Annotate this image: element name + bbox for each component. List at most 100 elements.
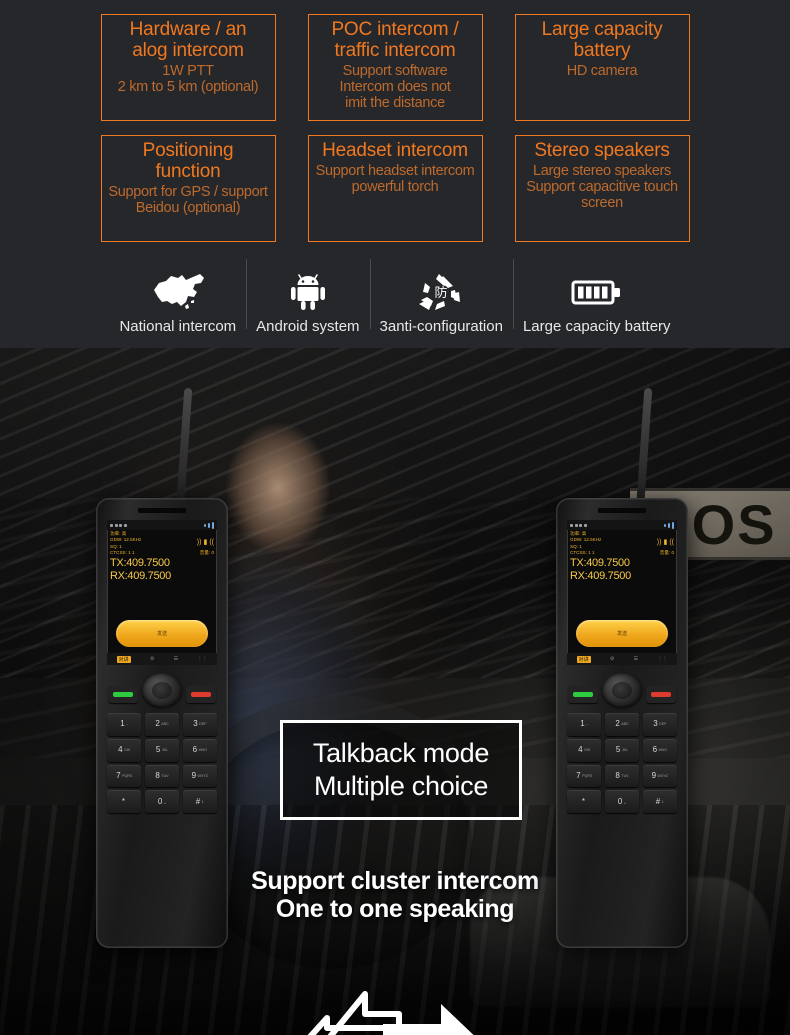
key-9[interactable]: 9 WXYZ: [642, 764, 677, 788]
key-0[interactable]: 0 ␣: [604, 790, 640, 813]
radio-status-rows-right: 功率: 高 GDW: 12.5KHz SQ: 1 CTCSS: 1 1 音量: …: [567, 530, 677, 583]
call-end-key-left[interactable]: [186, 686, 216, 703]
feature-icon-label: National intercom: [119, 318, 237, 335]
key-5[interactable]: 5 JKL: [604, 738, 640, 762]
status-bar-right-icons: [570, 523, 587, 527]
talkback-line-2: Multiple choice: [313, 771, 489, 801]
spec-box-positioning-function: Positioning function Support for GPS / s…: [100, 135, 276, 242]
spec-box-poc-intercom: POC intercom / traffic intercom Support …: [307, 14, 483, 121]
keypad-right[interactable]: 1– 2 ABC 3 DEF 4 GHI 5 JKL 6 MNO 7 PQRS 8 TUV 9…: [567, 713, 677, 813]
key-4[interactable]: 4 GHI: [107, 738, 142, 762]
key-3[interactable]: 3 DEF: [642, 713, 677, 736]
earpiece-speaker-left: [138, 508, 186, 513]
key-hash[interactable]: #1: [182, 790, 217, 813]
key-number: 9: [651, 770, 657, 780]
spec-box-subtitle: Support for GPS / support Beidou (option…: [108, 184, 268, 216]
navigation-dpad-right[interactable]: [602, 673, 642, 707]
key-7[interactable]: 7 PQRS: [107, 764, 142, 788]
spec-box-subtitle: HD camera: [566, 63, 638, 79]
key-letters: DEF: [199, 722, 207, 727]
spec-box-grid: Hardware / an alog intercom 1W PTT 2 km …: [0, 14, 790, 242]
key-number: 4: [118, 745, 123, 755]
key-4[interactable]: 4 GHI: [567, 738, 602, 762]
key-number: 0: [617, 796, 623, 806]
key-letters: GHI: [584, 748, 591, 753]
key-8[interactable]: 8 TUV: [604, 764, 640, 788]
key-number: #: [195, 796, 201, 806]
feature-icon-cell-national-intercom: National intercom: [109, 255, 246, 335]
key-6[interactable]: 6 MNO: [642, 738, 677, 762]
handheld-radio-icon: ▮: [663, 538, 668, 546]
three-anti-recycle-icon: 防: [415, 269, 467, 315]
key-letters: GHI: [124, 748, 131, 753]
key-7[interactable]: 7 PQRS: [567, 764, 602, 788]
key-number: 2: [615, 719, 620, 729]
row-left: 功率: 高: [570, 531, 587, 537]
key-number: 3: [653, 719, 658, 729]
call-end-key-right[interactable]: [646, 686, 676, 703]
navbar-item-settings[interactable]: ⚙: [150, 656, 154, 662]
key-number: 4: [578, 745, 583, 755]
key-8[interactable]: 8 TUV: [144, 764, 180, 788]
row-left: CTCSS: 1 1: [570, 549, 595, 555]
key-number: 8: [615, 770, 620, 780]
navbar-item-intercom[interactable]: 对讲: [576, 655, 591, 663]
navbar-item-keypad[interactable]: ⋮⋮: [657, 656, 667, 662]
key-letters: ␣: [623, 799, 627, 804]
navbar-item-keypad[interactable]: ⋮⋮: [197, 656, 207, 662]
dpad-center-button[interactable]: [152, 681, 172, 699]
ptt-send-button-right[interactable]: 发送: [575, 620, 669, 647]
key-6[interactable]: 6 MNO: [182, 738, 217, 762]
key-number: 1: [580, 719, 585, 729]
key-number: 9: [191, 770, 197, 780]
key-9[interactable]: 9 WXYZ: [182, 764, 217, 788]
key-hash[interactable]: #1: [642, 790, 677, 813]
key-letters: MNO: [658, 748, 667, 753]
key-5[interactable]: 5 JKL: [144, 738, 180, 762]
row-left: SQ: 1: [110, 543, 122, 549]
spec-box-hardware-analog-intercom: Hardware / an alog intercom 1W PTT 2 km …: [100, 14, 276, 121]
signal-wave-left-icon: ((: [209, 538, 214, 546]
feature-icon-cell-android-system: Android system: [246, 255, 369, 335]
key-letters: 1: [201, 799, 204, 804]
keypad-left[interactable]: 1– 2 ABC 3 DEF 4 GHI 5 JKL 6 MNO 7 PQRS 8 TUV 9…: [107, 713, 217, 813]
key-2[interactable]: 2 ABC: [144, 713, 180, 736]
handset-right: 功率: 高 GDW: 12.5KHz SQ: 1 CTCSS: 1 1 音量: …: [556, 387, 688, 948]
navbar-item-settings[interactable]: ⚙: [610, 656, 614, 662]
key-number: #: [655, 796, 661, 806]
key-3[interactable]: 3 DEF: [182, 713, 217, 736]
ptt-send-button-left[interactable]: 发送: [115, 620, 209, 647]
key-star[interactable]: *: [567, 790, 602, 813]
navbar-item-intercom[interactable]: 对讲: [116, 655, 131, 663]
key-1[interactable]: 1–: [567, 713, 602, 736]
radio-signal-indicator-icons: )) ▮ ((: [657, 539, 674, 546]
status-bar-signal-icons: [664, 521, 674, 529]
radio-status-row: 功率: 高: [570, 531, 674, 537]
navigation-dpad-left[interactable]: [142, 673, 182, 707]
dpad-center-button[interactable]: [612, 681, 632, 699]
key-0[interactable]: 0 ␣: [144, 790, 180, 813]
call-answer-key-left[interactable]: [108, 686, 138, 703]
screen-navbar-right[interactable]: 对讲 ⚙ ☰ ⋮⋮: [567, 653, 677, 665]
ptt-label: 发送: [156, 631, 167, 637]
rx-frequency: RX:409.7500: [110, 570, 171, 583]
china-map-icon: [148, 269, 208, 315]
key-1[interactable]: 1–: [107, 713, 142, 736]
key-2[interactable]: 2 ABC: [604, 713, 640, 736]
navbar-item-list[interactable]: ☰: [174, 656, 178, 662]
handset-screen-right: 功率: 高 GDW: 12.5KHz SQ: 1 CTCSS: 1 1 音量: …: [567, 520, 677, 665]
signal-wave-icon: )): [196, 538, 202, 546]
key-letters: TUV: [621, 773, 629, 778]
row-right: 音量: 0: [199, 549, 214, 555]
navbar-item-list[interactable]: ☰: [634, 656, 638, 662]
key-star[interactable]: *: [107, 790, 142, 813]
call-answer-key-right[interactable]: [568, 686, 598, 703]
radio-status-row: 功率: 高: [110, 531, 214, 537]
talkback-mode-box: Talkback mode Multiple choice: [280, 720, 522, 820]
screen-navbar-left[interactable]: 对讲 ⚙ ☰ ⋮⋮: [107, 653, 217, 665]
earpiece-speaker-right: [598, 508, 646, 513]
row-left: 功率: 高: [110, 531, 127, 537]
signal-wave-icon: )): [656, 538, 662, 546]
feature-icon-cell-large-capacity-battery: Large capacity battery: [512, 255, 681, 335]
key-letters: DEF: [659, 722, 667, 727]
